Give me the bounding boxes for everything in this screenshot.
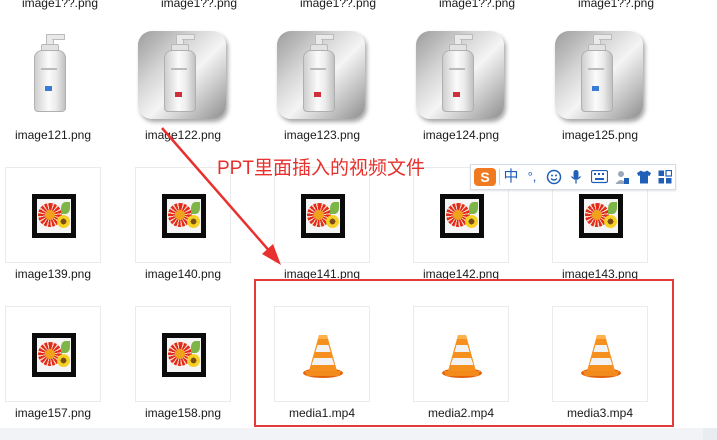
file-name: image1??.png [160, 0, 238, 10]
image-file-thumbnail [135, 306, 231, 402]
image-file-icon [162, 194, 206, 238]
file-name: image124.png [422, 128, 500, 142]
annotation-caption: PPT里面插入的视频文件 [217, 158, 425, 179]
image-file-icon [32, 333, 76, 377]
file-name: image122.png [144, 128, 222, 142]
bottle-thumbnail [413, 28, 509, 124]
keyboard-icon[interactable] [588, 165, 610, 189]
image-file-icon [162, 333, 206, 377]
file-name: image123.png [283, 128, 361, 142]
user-icon[interactable] [612, 165, 632, 189]
file-name: image125.png [561, 128, 639, 142]
ime-toolbar[interactable]: S 中 °, [470, 164, 676, 190]
bottle-thumbnail [135, 28, 231, 124]
file-name: image1??.png [21, 0, 99, 10]
file-name: image140.png [144, 267, 222, 281]
image-file-icon [440, 194, 484, 238]
grid-icon[interactable] [655, 165, 675, 189]
ime-punct-toggle[interactable]: °, [522, 165, 542, 189]
image-file-icon [301, 194, 345, 238]
file-name: image1??.png [577, 0, 655, 10]
smiley-icon[interactable] [544, 165, 564, 189]
microphone-icon[interactable] [566, 165, 586, 189]
image-file-icon [579, 194, 623, 238]
sogou-logo[interactable]: S [474, 168, 496, 186]
file-name: image1??.png [438, 0, 516, 10]
highlight-box [254, 279, 674, 427]
image-file-thumbnail [274, 167, 370, 263]
image-file-thumbnail [5, 306, 101, 402]
bottle-thumbnail [552, 28, 648, 124]
image-file-thumbnail [135, 167, 231, 263]
image-file-thumbnail [5, 167, 101, 263]
ime-mode-toggle[interactable]: 中 [502, 165, 520, 189]
file-name: image139.png [14, 267, 92, 281]
image-file-icon [32, 194, 76, 238]
file-name: image1??.png [299, 0, 377, 10]
bottle-thumbnail [5, 28, 101, 124]
file-name: image158.png [144, 406, 222, 420]
bottle-thumbnail [274, 28, 370, 124]
file-name: image121.png [14, 128, 92, 142]
shirt-icon[interactable] [634, 165, 654, 189]
file-name: image157.png [14, 406, 92, 420]
status-strip [0, 428, 717, 440]
